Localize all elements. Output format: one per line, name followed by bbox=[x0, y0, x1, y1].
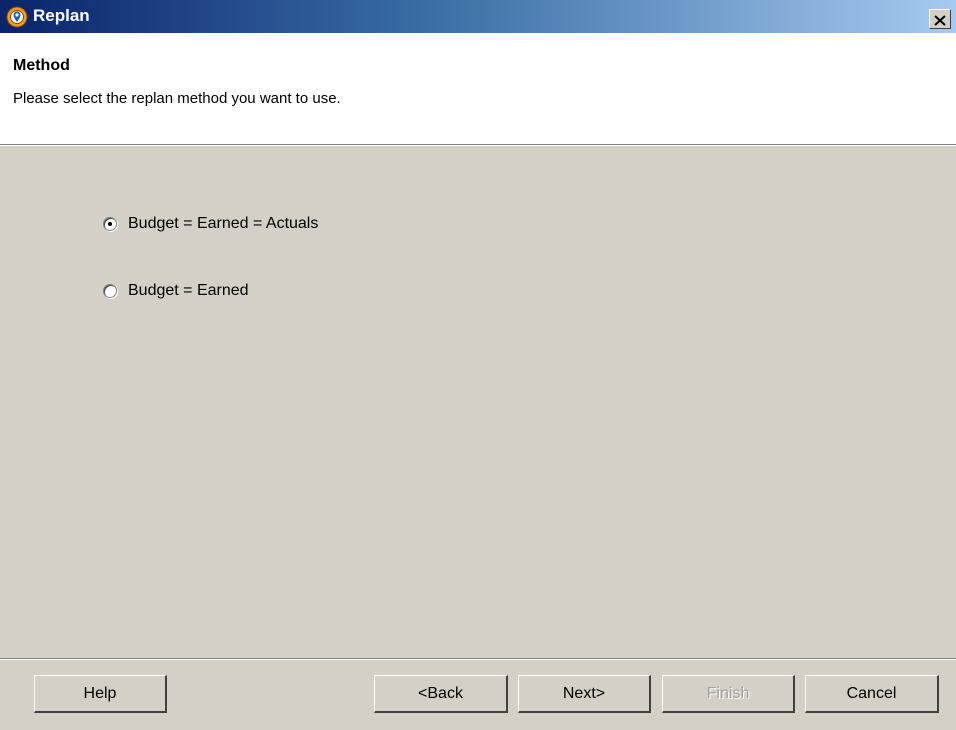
page-subtitle: Please select the replan method you want… bbox=[13, 90, 341, 107]
footer-divider bbox=[0, 658, 956, 660]
radio-label: Budget = Earned = Actuals bbox=[128, 215, 319, 232]
replan-dialog: Replan Method Please select the replan m… bbox=[0, 0, 956, 730]
page-title: Method bbox=[13, 57, 70, 74]
radio-selected-icon[interactable] bbox=[103, 217, 117, 231]
radio-budget-earned-actuals[interactable]: Budget = Earned = Actuals bbox=[103, 212, 318, 236]
close-icon bbox=[934, 15, 946, 26]
radio-budget-earned[interactable]: Budget = Earned bbox=[103, 279, 249, 303]
cancel-button[interactable]: Cancel bbox=[805, 675, 939, 713]
help-button[interactable]: Help bbox=[34, 675, 167, 713]
wizard-header: Method Please select the replan method y… bbox=[0, 33, 956, 144]
title-bar[interactable]: Replan bbox=[0, 0, 956, 33]
close-button[interactable] bbox=[929, 9, 951, 29]
radio-unselected-icon[interactable] bbox=[103, 284, 117, 298]
radio-label: Budget = Earned bbox=[128, 282, 249, 299]
header-divider bbox=[0, 144, 956, 146]
next-button[interactable]: Next> bbox=[518, 675, 651, 713]
back-button[interactable]: <Back bbox=[374, 675, 508, 713]
finish-button[interactable]: Finish bbox=[662, 675, 795, 713]
window-title: Replan bbox=[33, 6, 90, 25]
target-location-icon bbox=[6, 6, 28, 28]
